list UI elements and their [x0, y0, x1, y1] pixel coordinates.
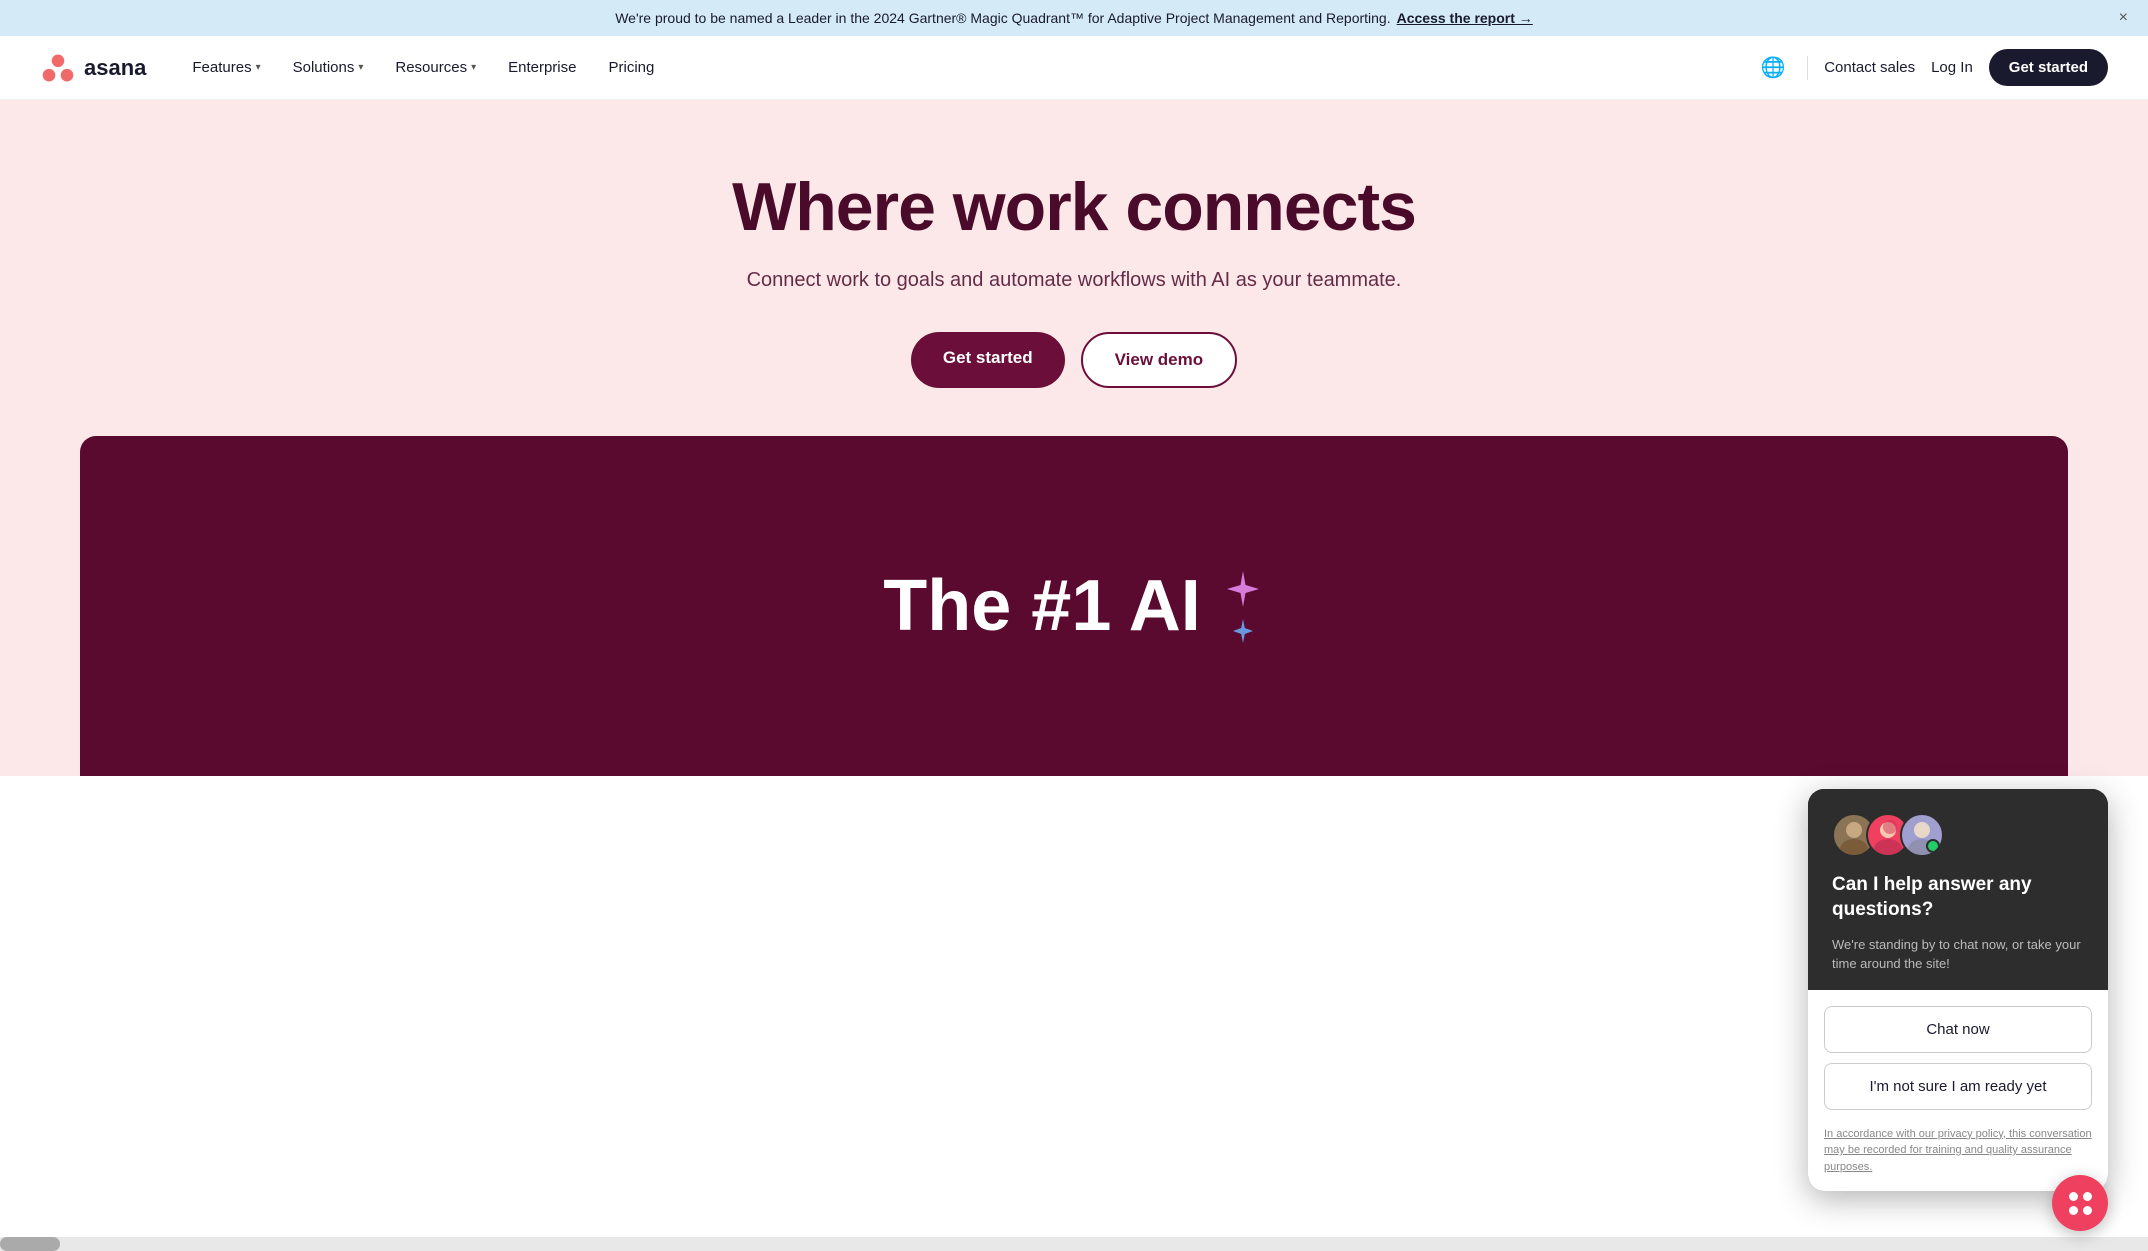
nav-pricing[interactable]: Pricing: [594, 51, 668, 84]
hero-section: Where work connects Connect work to goal…: [0, 100, 2148, 776]
resources-chevron-icon: ▾: [471, 62, 476, 73]
chat-avatars: [1832, 813, 2084, 857]
asana-logo-icon: [40, 50, 76, 86]
not-ready-button[interactable]: I'm not sure I am ready yet: [1824, 1063, 2092, 1110]
scrollbar-thumb[interactable]: [0, 1237, 60, 1251]
chat-action-buttons: Chat now I'm not sure I am ready yet: [1808, 990, 2108, 1126]
chat-title: Can I help answer any questions?: [1832, 873, 2084, 922]
nav-enterprise[interactable]: Enterprise: [494, 51, 590, 84]
sparkle-icons: [1221, 567, 1265, 645]
horizontal-scrollbar[interactable]: [0, 1237, 2148, 1251]
banner-link[interactable]: Access the report →: [1397, 10, 1533, 26]
announcement-banner: We're proud to be named a Leader in the …: [0, 0, 2148, 36]
chat-header: Can I help answer any questions? We're s…: [1808, 789, 2108, 989]
video-text: The #1 AI: [883, 565, 1264, 647]
banner-close-button[interactable]: ×: [2119, 9, 2128, 27]
nav-links: Features ▾ Solutions ▾ Resources ▾ Enter…: [178, 51, 1755, 84]
hero-video-section: The #1 AI: [80, 436, 2068, 776]
nav-features[interactable]: Features ▾: [178, 51, 274, 84]
banner-text: We're proud to be named a Leader in the …: [615, 10, 1390, 26]
chat-fab-button[interactable]: [2052, 1175, 2108, 1231]
language-selector-button[interactable]: 🌐: [1755, 50, 1791, 86]
chat-avatar-3: [1900, 813, 1944, 857]
hero-view-demo-button[interactable]: View demo: [1081, 332, 1238, 388]
fab-dot-4: [2083, 1206, 2092, 1215]
fab-dots-icon: [2069, 1192, 2092, 1215]
chat-now-button[interactable]: Chat now: [1824, 1006, 2092, 1053]
nav-solutions[interactable]: Solutions ▾: [279, 51, 378, 84]
hero-title: Where work connects: [40, 170, 2108, 245]
nav-resources[interactable]: Resources ▾: [381, 51, 490, 84]
logo[interactable]: asana: [40, 50, 146, 86]
login-button[interactable]: Log In: [1931, 59, 1973, 76]
sparkle-pink-icon: [1221, 567, 1265, 611]
features-chevron-icon: ▾: [256, 62, 261, 73]
solutions-chevron-icon: ▾: [358, 62, 363, 73]
chat-widget: Can I help answer any questions? We're s…: [1808, 789, 2108, 1191]
sparkle-blue-icon: [1229, 617, 1257, 645]
fab-dot-3: [2069, 1206, 2078, 1215]
online-indicator: [1930, 843, 1941, 854]
fab-dot-2: [2083, 1192, 2092, 1201]
get-started-nav-button[interactable]: Get started: [1989, 49, 2108, 86]
hero-buttons: Get started View demo: [40, 332, 2108, 388]
nav-right: 🌐 Contact sales Log In Get started: [1755, 49, 2108, 86]
nav-divider: [1807, 56, 1808, 80]
chat-subtitle: We're standing by to chat now, or take y…: [1832, 935, 2084, 974]
main-nav: asana Features ▾ Solutions ▾ Resources ▾…: [0, 36, 2148, 100]
fab-dot-1: [2069, 1192, 2078, 1201]
avatar-person-3-icon: [1902, 815, 1942, 855]
contact-sales-link[interactable]: Contact sales: [1824, 59, 1915, 76]
logo-text: asana: [84, 55, 146, 81]
hero-get-started-button[interactable]: Get started: [911, 332, 1065, 388]
hero-subtitle: Connect work to goals and automate workf…: [40, 269, 2108, 292]
